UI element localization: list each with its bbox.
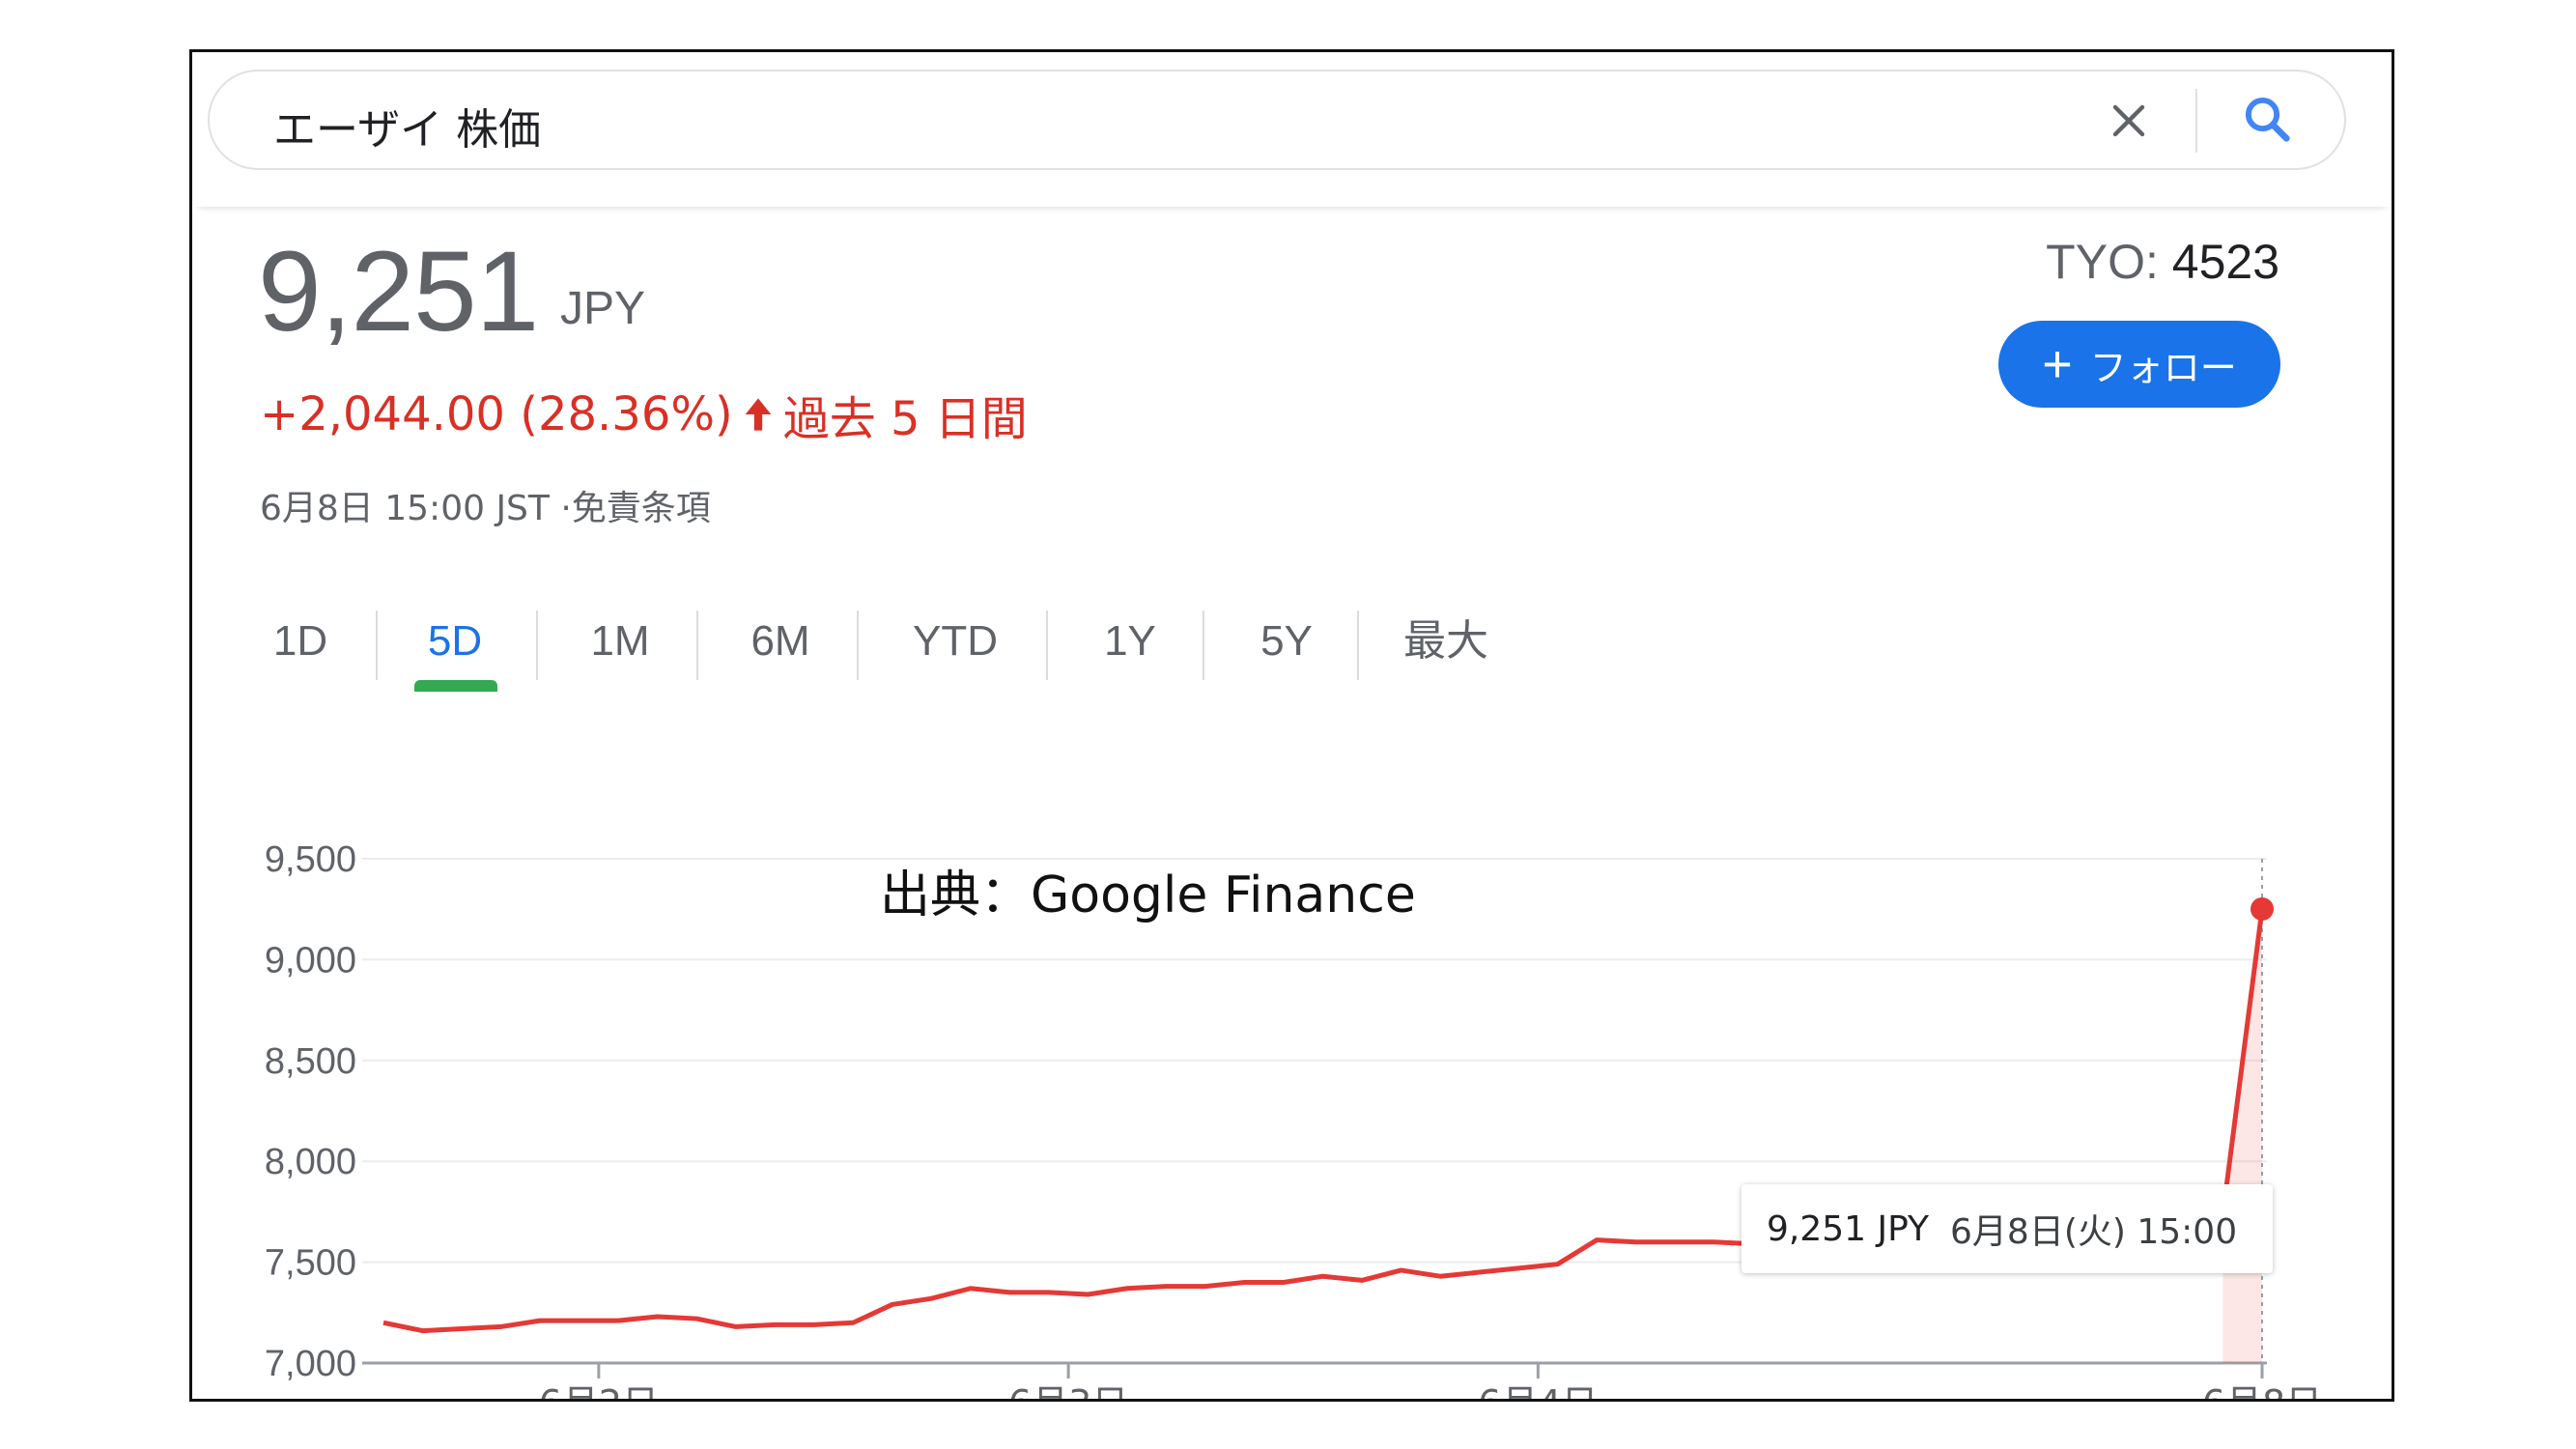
x-tick-label: 6月8日 <box>2202 1382 2322 1402</box>
follow-button[interactable]: + フォロー <box>1998 321 2280 408</box>
tab-ytd[interactable]: YTD <box>868 593 1042 690</box>
spike-area <box>2222 908 2262 1363</box>
tab-6m[interactable]: 6M <box>708 593 853 690</box>
change-value: +2,044.00 (28.36%) <box>260 387 733 441</box>
arrow-up-icon <box>745 398 772 431</box>
search-input[interactable]: エーザイ 株価 <box>273 95 541 156</box>
tab-5y[interactable]: 5Y <box>1214 593 1359 690</box>
tab-separator <box>857 611 859 680</box>
follow-label: フォロー <box>2089 346 2237 389</box>
y-tick-label: 8,000 <box>265 1142 356 1182</box>
tab-separator <box>696 611 698 680</box>
tab-5d[interactable]: 5D <box>387 593 523 690</box>
search-divider <box>2195 89 2197 153</box>
last-price-point <box>2250 896 2274 921</box>
chart-tooltip: 9,251 JPY 6月8日(火) 15:00 <box>1741 1184 2273 1273</box>
tooltip-price: 9,251 JPY <box>1767 1208 1930 1249</box>
tab-separator <box>1203 611 1204 680</box>
y-tick-label: 9,000 <box>265 940 356 980</box>
source-watermark: 出典：Google Finance <box>880 867 1416 924</box>
stock-price: 9,251 <box>258 228 539 355</box>
search-bar[interactable]: エーザイ 株価 <box>208 70 2346 170</box>
price-change: +2,044.00 (28.36%) 過去 5 日間 <box>260 381 1028 448</box>
x-tick-label: 6月4日 <box>1478 1382 1598 1402</box>
search-icon[interactable] <box>2241 93 2293 145</box>
currency-label: JPY <box>560 283 646 334</box>
tab-separator <box>1046 611 1048 680</box>
close-icon[interactable] <box>2106 98 2152 144</box>
tooltip-date: 6月8日(火) 15:00 <box>1950 1212 2238 1252</box>
plus-icon: + <box>2042 335 2073 393</box>
change-period: 過去 5 日間 <box>782 392 1028 446</box>
tab-separator <box>1357 611 1359 680</box>
ticker-symbol: TYO: 4523 <box>2046 234 2279 290</box>
y-tick-label: 9,500 <box>265 839 356 880</box>
tab-1d[interactable]: 1D <box>242 593 358 690</box>
y-tick-label: 7,500 <box>265 1243 356 1284</box>
x-tick-label: 6月2日 <box>539 1382 659 1402</box>
tab-1m[interactable]: 1M <box>548 593 693 690</box>
finance-panel: エーザイ 株価 9,251 JPY +2,044.00 (28.36%) 過去 … <box>189 49 2394 1402</box>
tab-1y[interactable]: 1Y <box>1058 593 1203 690</box>
tab-separator <box>536 611 538 680</box>
x-tick-label: 6月3日 <box>1008 1382 1128 1402</box>
active-tab-indicator <box>414 680 497 692</box>
y-tick-label: 7,000 <box>265 1344 356 1384</box>
quote-timestamp[interactable]: 6月8日 15:00 JST ·免責条項 <box>260 480 711 530</box>
ticker-code: 4523 <box>2171 235 2279 289</box>
exchange-label: TYO: <box>2046 235 2159 289</box>
y-tick-label: 8,500 <box>265 1041 356 1082</box>
tab-max[interactable]: 最大 <box>1369 593 1523 690</box>
tab-separator <box>376 611 378 680</box>
search-header: エーザイ 株価 <box>192 52 2392 207</box>
